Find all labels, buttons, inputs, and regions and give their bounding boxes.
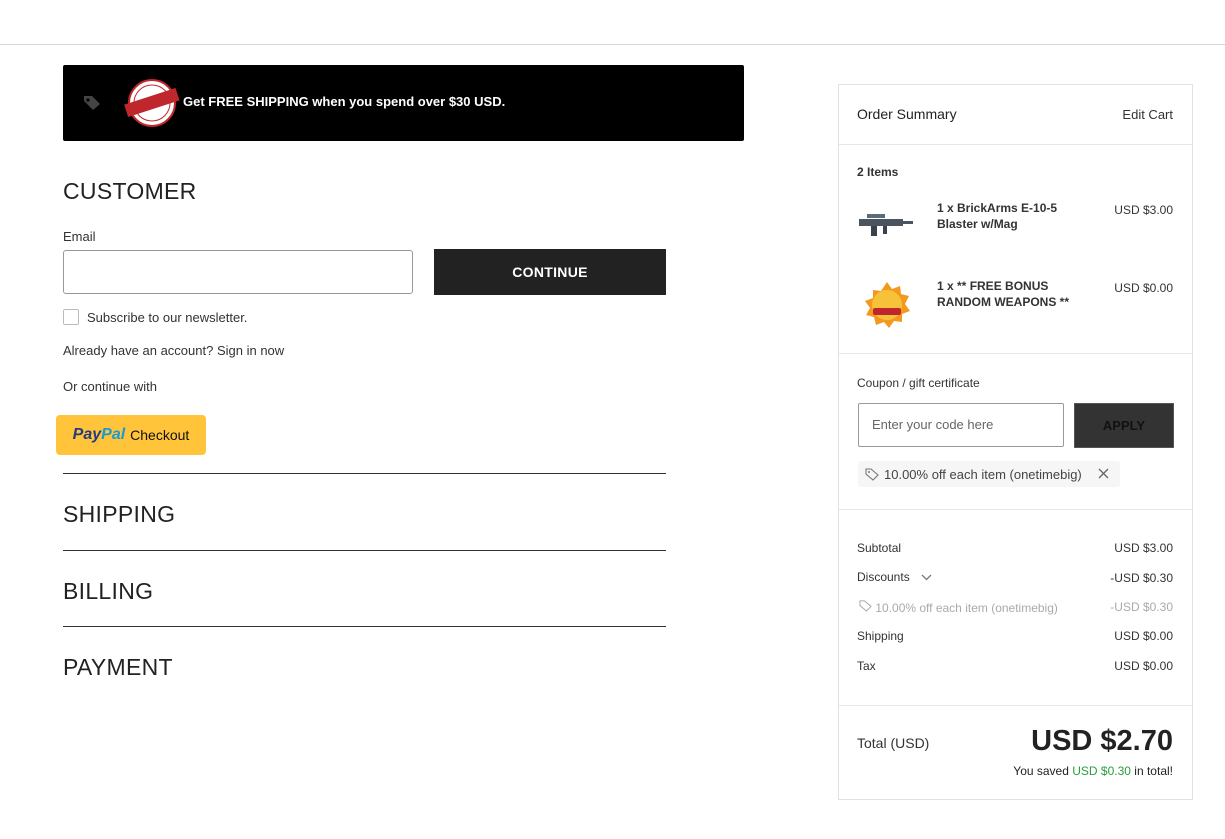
- total-label: Total (USD): [857, 735, 930, 751]
- blaster-icon: [857, 211, 915, 240]
- summary-divider: [839, 509, 1192, 510]
- tax-value: USD $0.00: [1114, 659, 1173, 673]
- discounts-label: Discounts: [857, 570, 910, 584]
- paypal-logo-pay: Pay: [72, 426, 102, 443]
- order-summary-title: Order Summary: [857, 106, 957, 122]
- email-field[interactable]: [63, 250, 413, 294]
- tag-icon: [83, 95, 101, 116]
- paypal-checkout-label: Checkout: [130, 427, 190, 443]
- applied-coupon-chip: 10.00% off each item (onetimebig): [858, 461, 1120, 487]
- top-header-bar: [0, 0, 1225, 45]
- customer-heading: CUSTOMER: [63, 178, 197, 204]
- edit-cart-link[interactable]: Edit Cart: [1122, 107, 1173, 122]
- cart-item-name: 1 x ** FREE BONUS RANDOM WEAPONS **: [937, 279, 1070, 309]
- shipping-value: USD $0.00: [1114, 629, 1173, 643]
- banner-message: Get FREE SHIPPING when you spend over $3…: [183, 94, 506, 109]
- coupon-label: Coupon / gift certificate: [857, 376, 980, 390]
- discounts-value: -USD $0.30: [1110, 571, 1173, 585]
- subtotal-value: USD $3.00: [1114, 541, 1173, 555]
- total-value: USD $2.70: [1031, 725, 1173, 757]
- shipping-label: Shipping: [857, 629, 904, 643]
- coupon-code-input[interactable]: Enter your code here: [858, 403, 1064, 447]
- continue-button[interactable]: CONTINUE: [434, 249, 666, 295]
- summary-divider: [839, 705, 1192, 706]
- tag-outline-icon: [859, 600, 875, 615]
- order-summary-panel: Order Summary Edit Cart 2 Items 1 x Bric…: [838, 84, 1193, 800]
- remove-coupon-close-icon[interactable]: [1097, 467, 1110, 485]
- billing-heading[interactable]: BILLING: [63, 578, 153, 605]
- section-divider: [63, 626, 666, 627]
- discount-detail-row: 10.00% off each item (onetimebig): [859, 600, 1058, 615]
- subtotal-label: Subtotal: [857, 541, 902, 555]
- cart-item-name: 1 x BrickArms E-10-5 Blaster w/Mag: [937, 201, 1058, 231]
- savings-prefix: You saved: [1013, 764, 1069, 778]
- discount-detail-value: -USD $0.30: [1110, 600, 1173, 614]
- newsletter-label: Subscribe to our newsletter.: [87, 310, 248, 325]
- summary-divider: [839, 144, 1192, 145]
- savings-suffix: in total!: [1134, 764, 1173, 778]
- paypal-checkout-button[interactable]: Pay Pal Checkout: [56, 415, 206, 455]
- newsletter-checkbox[interactable]: [63, 309, 79, 325]
- chevron-down-icon: [921, 570, 932, 584]
- discounts-toggle[interactable]: Discounts: [857, 570, 932, 584]
- apply-coupon-button[interactable]: APPLY: [1074, 403, 1174, 448]
- section-divider: [63, 473, 666, 474]
- discount-detail-label: 10.00% off each item (onetimebig): [875, 601, 1058, 615]
- or-continue-label: Or continue with: [63, 379, 157, 394]
- free-shipping-stamp-icon: [123, 79, 181, 127]
- signin-prompt-text: Already have an account?: [63, 343, 214, 358]
- shipping-heading[interactable]: SHIPPING: [63, 501, 175, 528]
- section-divider: [63, 550, 666, 551]
- free-bonus-badge: [863, 281, 911, 332]
- savings-note: You saved USD $0.30 in total!: [1013, 764, 1173, 778]
- savings-amount: USD $0.30: [1072, 764, 1131, 778]
- cart-item-price: USD $3.00: [1114, 203, 1173, 217]
- payment-heading[interactable]: PAYMENT: [63, 654, 173, 681]
- tag-outline-icon: [865, 468, 879, 486]
- email-label: Email: [63, 229, 96, 244]
- signin-prompt: Already have an account? Sign in now: [63, 343, 284, 358]
- applied-coupon-label: 10.00% off each item (onetimebig): [884, 467, 1082, 482]
- tax-label: Tax: [857, 659, 876, 673]
- paypal-logo-pal: Pal: [101, 426, 126, 443]
- summary-divider: [839, 353, 1192, 354]
- cart-item-price: USD $0.00: [1114, 281, 1173, 295]
- signin-link[interactable]: Sign in now: [217, 343, 284, 358]
- items-count: 2 Items: [857, 165, 899, 179]
- free-shipping-banner: Get FREE SHIPPING when you spend over $3…: [63, 65, 744, 141]
